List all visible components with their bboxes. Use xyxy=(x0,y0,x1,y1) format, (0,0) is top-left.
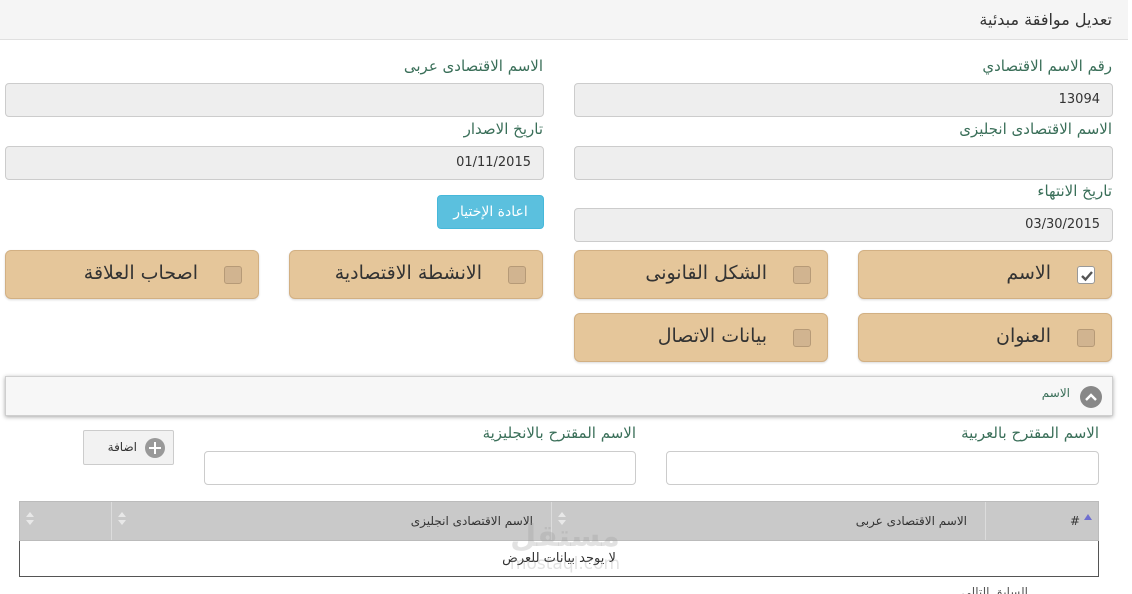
pagination-text[interactable]: السابق التالى xyxy=(962,585,1028,594)
checkbox-icon[interactable] xyxy=(793,329,811,347)
add-label: اضافة xyxy=(107,440,137,454)
sort-icon xyxy=(118,512,126,530)
option-label: الشكل القانونى xyxy=(645,262,767,284)
option-label: بيانات الاتصال xyxy=(657,325,767,347)
option-contact-info[interactable]: بيانات الاتصال xyxy=(574,313,828,362)
panel-title: الاسم xyxy=(1041,386,1070,400)
sort-ascending-icon xyxy=(1084,514,1092,520)
option-legal-form[interactable]: الشكل القانونى xyxy=(574,250,828,299)
page-header: تعديل موافقة مبدئية xyxy=(0,0,1128,40)
issue-date-label: تاريخ الاصدار xyxy=(463,120,543,138)
checkbox-icon[interactable] xyxy=(224,266,242,284)
proposed-arabic-label: الاسم المقترح بالعربية xyxy=(961,424,1099,442)
column-header-index[interactable]: # xyxy=(985,502,1098,540)
eco-name-english-field[interactable] xyxy=(574,146,1113,180)
watermark-english: mostaql.com xyxy=(509,554,621,574)
checkbox-icon[interactable] xyxy=(1077,329,1095,347)
column-header-actions[interactable] xyxy=(20,502,111,540)
checkbox-checked-icon[interactable] xyxy=(1077,266,1095,284)
issue-date-field[interactable]: 01/11/2015 xyxy=(5,146,544,180)
proposed-english-input[interactable] xyxy=(204,451,636,485)
option-economic-activities[interactable]: الانشطة الاقتصادية xyxy=(289,250,543,299)
option-address[interactable]: العنوان xyxy=(858,313,1112,362)
watermark-logo: مستقل mostaql.com xyxy=(490,520,640,582)
watermark-arabic: مستقل xyxy=(510,519,620,554)
column-header-label: الاسم الاقتصادى عربى xyxy=(855,514,967,528)
chevron-up-icon[interactable] xyxy=(1080,386,1102,408)
option-label: الاسم xyxy=(1006,262,1051,284)
eco-name-number-field[interactable]: 13094 xyxy=(574,83,1113,117)
column-header-label: # xyxy=(1069,514,1080,528)
option-label: اصحاب العلاقة xyxy=(83,262,198,284)
eco-name-english-label: الاسم الاقتصادى انجليزى xyxy=(959,120,1112,138)
option-label: العنوان xyxy=(995,325,1051,347)
checkbox-icon[interactable] xyxy=(793,266,811,284)
reset-selection-button[interactable]: اعادة الإختيار xyxy=(437,195,544,229)
add-button[interactable]: اضافة xyxy=(83,430,174,465)
proposed-arabic-input[interactable] xyxy=(666,451,1099,485)
expiry-date-field[interactable]: 03/30/2015 xyxy=(574,208,1113,242)
plus-circle-icon xyxy=(145,438,165,458)
checkbox-icon[interactable] xyxy=(508,266,526,284)
sort-icon xyxy=(26,512,34,530)
eco-name-number-label: رقم الاسم الاقتصادي xyxy=(982,57,1112,75)
eco-name-arabic-field[interactable] xyxy=(5,83,544,117)
name-panel-header[interactable]: الاسم xyxy=(5,376,1113,416)
option-label: الانشطة الاقتصادية xyxy=(334,262,482,284)
expiry-date-label: تاريخ الانتهاء xyxy=(1037,182,1112,200)
page-title: تعديل موافقة مبدئية xyxy=(979,10,1112,29)
option-name[interactable]: الاسم xyxy=(858,250,1112,299)
proposed-english-label: الاسم المقترح بالانجليزية xyxy=(482,424,636,442)
option-stakeholders[interactable]: اصحاب العلاقة xyxy=(5,250,259,299)
column-header-english-name[interactable]: الاسم الاقتصادى انجليزى xyxy=(111,502,551,540)
eco-name-arabic-label: الاسم الاقتصادى عربى xyxy=(403,57,543,75)
